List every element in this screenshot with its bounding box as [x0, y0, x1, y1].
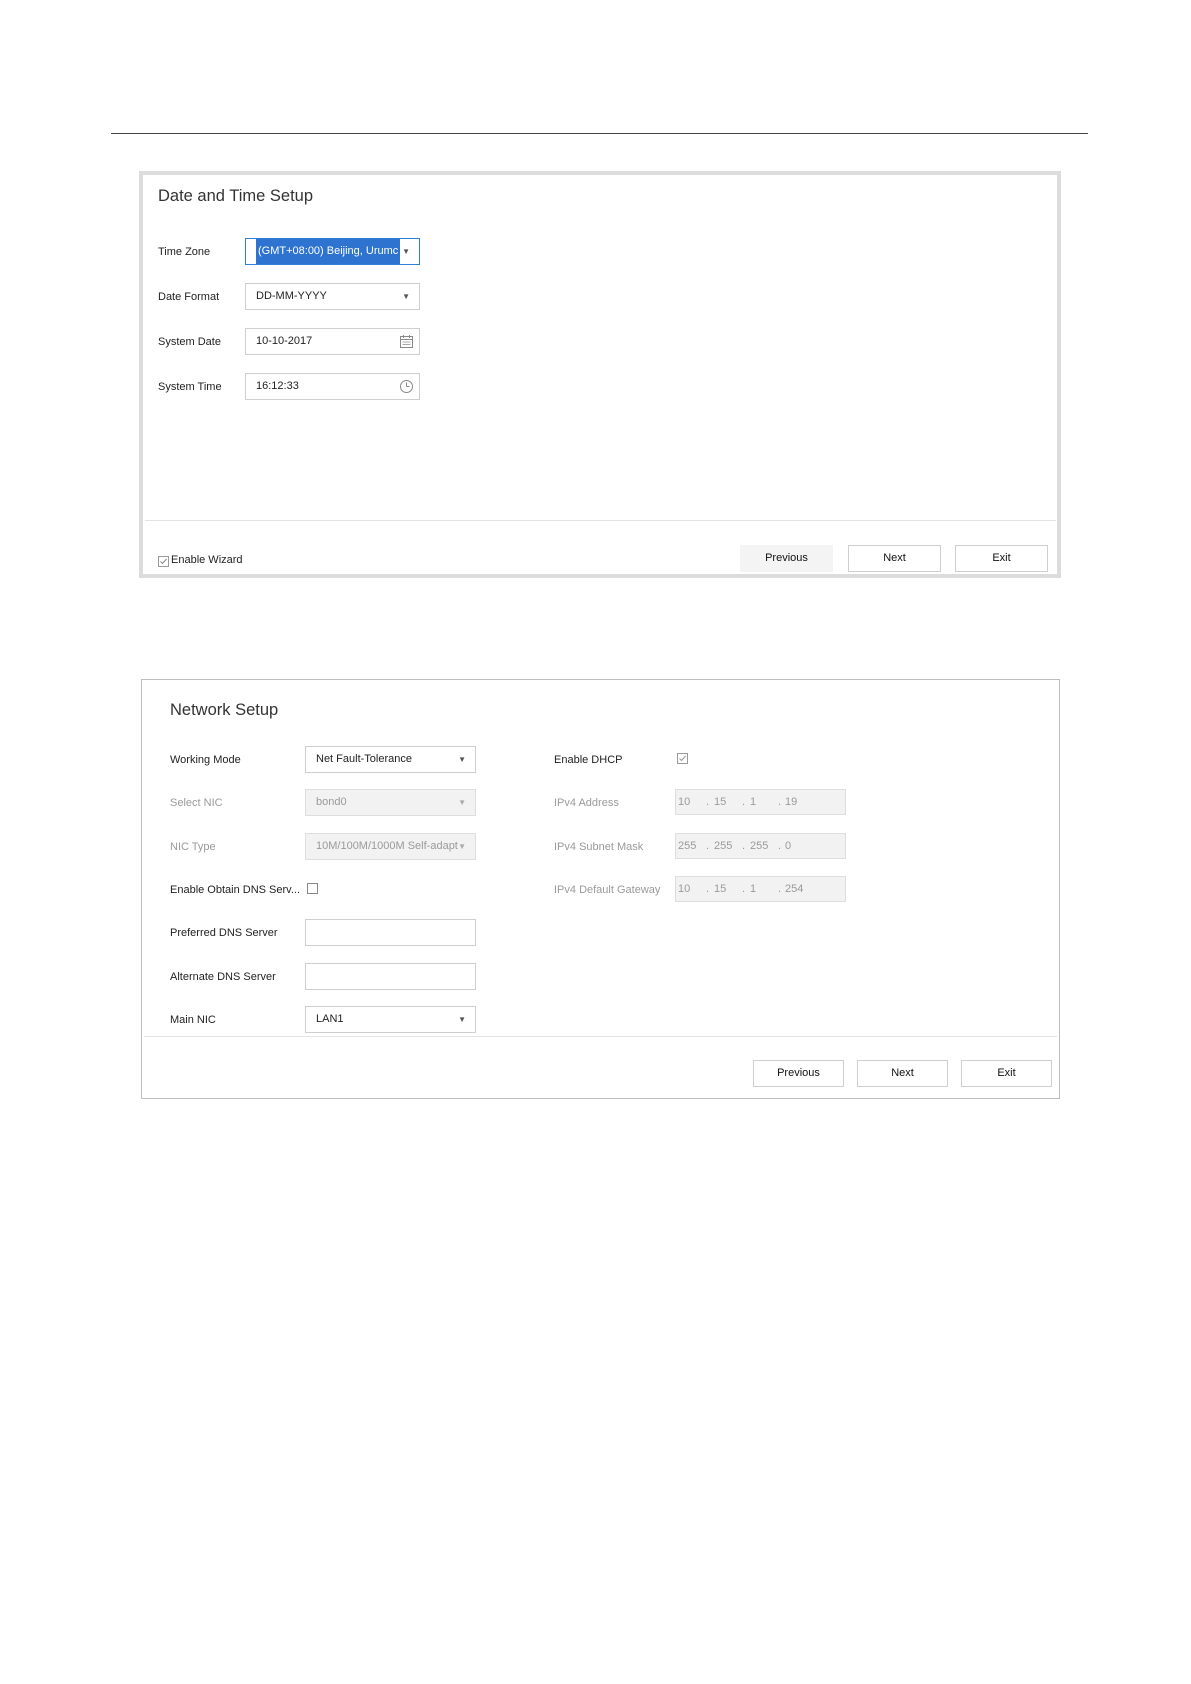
- network-setup-dialog: Network Setup Working Mode Net Fault-Tol…: [141, 679, 1060, 1099]
- main-nic-select[interactable]: LAN1 ▼: [305, 1006, 476, 1033]
- check-icon: [160, 558, 167, 565]
- time-zone-value: (GMT+08:00) Beijing, Urumc: [256, 239, 401, 264]
- ipv4-address-input: 10 . 15 . 1 . 19: [675, 789, 846, 815]
- enable-wizard-label: Enable Wizard: [171, 554, 243, 566]
- octet-separator: .: [742, 883, 746, 895]
- ipv4-default-gateway-label: IPv4 Default Gateway: [554, 884, 661, 896]
- calendar-icon[interactable]: [399, 334, 414, 349]
- ipv4-address-octet-4: 19: [785, 796, 798, 808]
- alternate-dns-input[interactable]: [305, 963, 476, 990]
- ipv4-address-octet-2: 15: [714, 796, 727, 808]
- enable-wizard-checkbox[interactable]: [158, 556, 169, 567]
- enable-obtain-dns-label: Enable Obtain DNS Serv...: [170, 884, 301, 896]
- octet-separator: .: [706, 883, 710, 895]
- working-mode-select[interactable]: Net Fault-Tolerance ▼: [305, 746, 476, 773]
- exit-button[interactable]: Exit: [961, 1060, 1052, 1087]
- date-format-value: DD-MM-YYYY: [256, 290, 327, 302]
- nic-type-select: 10M/100M/1000M Self-adapt ▼: [305, 833, 476, 860]
- ipv4-subnet-mask-label: IPv4 Subnet Mask: [554, 841, 644, 853]
- next-button[interactable]: Next: [857, 1060, 948, 1087]
- system-time-value: 16:12:33: [256, 380, 299, 392]
- chevron-down-icon: ▼: [458, 1015, 466, 1024]
- time-zone-label: Time Zone: [158, 246, 211, 258]
- system-date-label: System Date: [158, 336, 221, 348]
- previous-button[interactable]: Previous: [740, 545, 833, 572]
- octet-separator: .: [706, 796, 710, 808]
- select-nic-select: bond0 ▼: [305, 789, 476, 816]
- nic-type-value: 10M/100M/1000M Self-adapt: [316, 840, 458, 852]
- select-nic-value: bond0: [316, 796, 347, 808]
- system-date-value: 10-10-2017: [256, 335, 313, 347]
- octet-separator: .: [742, 840, 746, 852]
- enable-dhcp-checkbox[interactable]: [677, 753, 688, 764]
- main-nic-value: LAN1: [316, 1013, 344, 1025]
- ipv4-default-gateway-octet-1: 10: [678, 883, 691, 895]
- ipv4-subnet-mask-octet-4: 0: [785, 840, 792, 852]
- network-setup-title: Network Setup: [170, 701, 279, 719]
- ipv4-address-octet-3: 1: [750, 796, 757, 808]
- system-date-input[interactable]: 10-10-2017: [245, 328, 420, 355]
- alternate-dns-label: Alternate DNS Server: [170, 971, 276, 983]
- enable-dhcp-label: Enable DHCP: [554, 754, 623, 766]
- ipv4-default-gateway-octet-4: 254: [785, 883, 804, 895]
- nic-type-label: NIC Type: [170, 841, 216, 853]
- previous-button[interactable]: Previous: [753, 1060, 844, 1087]
- enable-obtain-dns-checkbox[interactable]: [307, 883, 318, 894]
- chevron-down-icon: ▼: [458, 842, 466, 851]
- octet-separator: .: [778, 840, 782, 852]
- ipv4-default-gateway-input: 10 . 15 . 1 . 254: [675, 876, 846, 902]
- system-time-label: System Time: [158, 381, 222, 393]
- ipv4-subnet-mask-octet-1: 255: [678, 840, 697, 852]
- working-mode-value: Net Fault-Tolerance: [316, 753, 412, 765]
- ipv4-default-gateway-octet-2: 15: [714, 883, 727, 895]
- preferred-dns-input[interactable]: [305, 919, 476, 946]
- chevron-down-icon: ▼: [402, 292, 410, 301]
- select-nic-label: Select NIC: [170, 797, 223, 809]
- next-button[interactable]: Next: [848, 545, 941, 572]
- octet-separator: .: [778, 883, 782, 895]
- clock-icon[interactable]: [399, 379, 414, 394]
- footer-divider: [144, 1036, 1057, 1037]
- working-mode-label: Working Mode: [170, 754, 241, 766]
- check-icon: [679, 755, 686, 762]
- main-nic-label: Main NIC: [170, 1014, 216, 1026]
- ipv4-subnet-mask-octet-2: 255: [714, 840, 733, 852]
- octet-separator: .: [778, 796, 782, 808]
- footer-divider: [145, 520, 1056, 521]
- ipv4-address-octet-1: 10: [678, 796, 691, 808]
- preferred-dns-label: Preferred DNS Server: [170, 927, 278, 939]
- page-header-rule: [111, 133, 1088, 134]
- date-format-label: Date Format: [158, 291, 220, 303]
- ipv4-subnet-mask-input: 255 . 255 . 255 . 0: [675, 833, 846, 859]
- octet-separator: .: [706, 840, 710, 852]
- date-time-setup-title: Date and Time Setup: [158, 187, 314, 205]
- ipv4-subnet-mask-octet-3: 255: [750, 840, 769, 852]
- exit-button[interactable]: Exit: [955, 545, 1048, 572]
- date-time-setup-dialog: Date and Time Setup Time Zone (GMT+08:00…: [139, 171, 1061, 578]
- ipv4-default-gateway-octet-3: 1: [750, 883, 757, 895]
- ipv4-address-label: IPv4 Address: [554, 797, 619, 809]
- chevron-down-icon: ▼: [458, 755, 466, 764]
- system-time-input[interactable]: 16:12:33: [245, 373, 420, 400]
- octet-separator: .: [742, 796, 746, 808]
- chevron-down-icon: ▼: [402, 247, 410, 256]
- chevron-down-icon: ▼: [458, 798, 466, 807]
- date-format-select[interactable]: DD-MM-YYYY ▼: [245, 283, 420, 310]
- time-zone-select[interactable]: (GMT+08:00) Beijing, Urumc ▼: [245, 238, 420, 265]
